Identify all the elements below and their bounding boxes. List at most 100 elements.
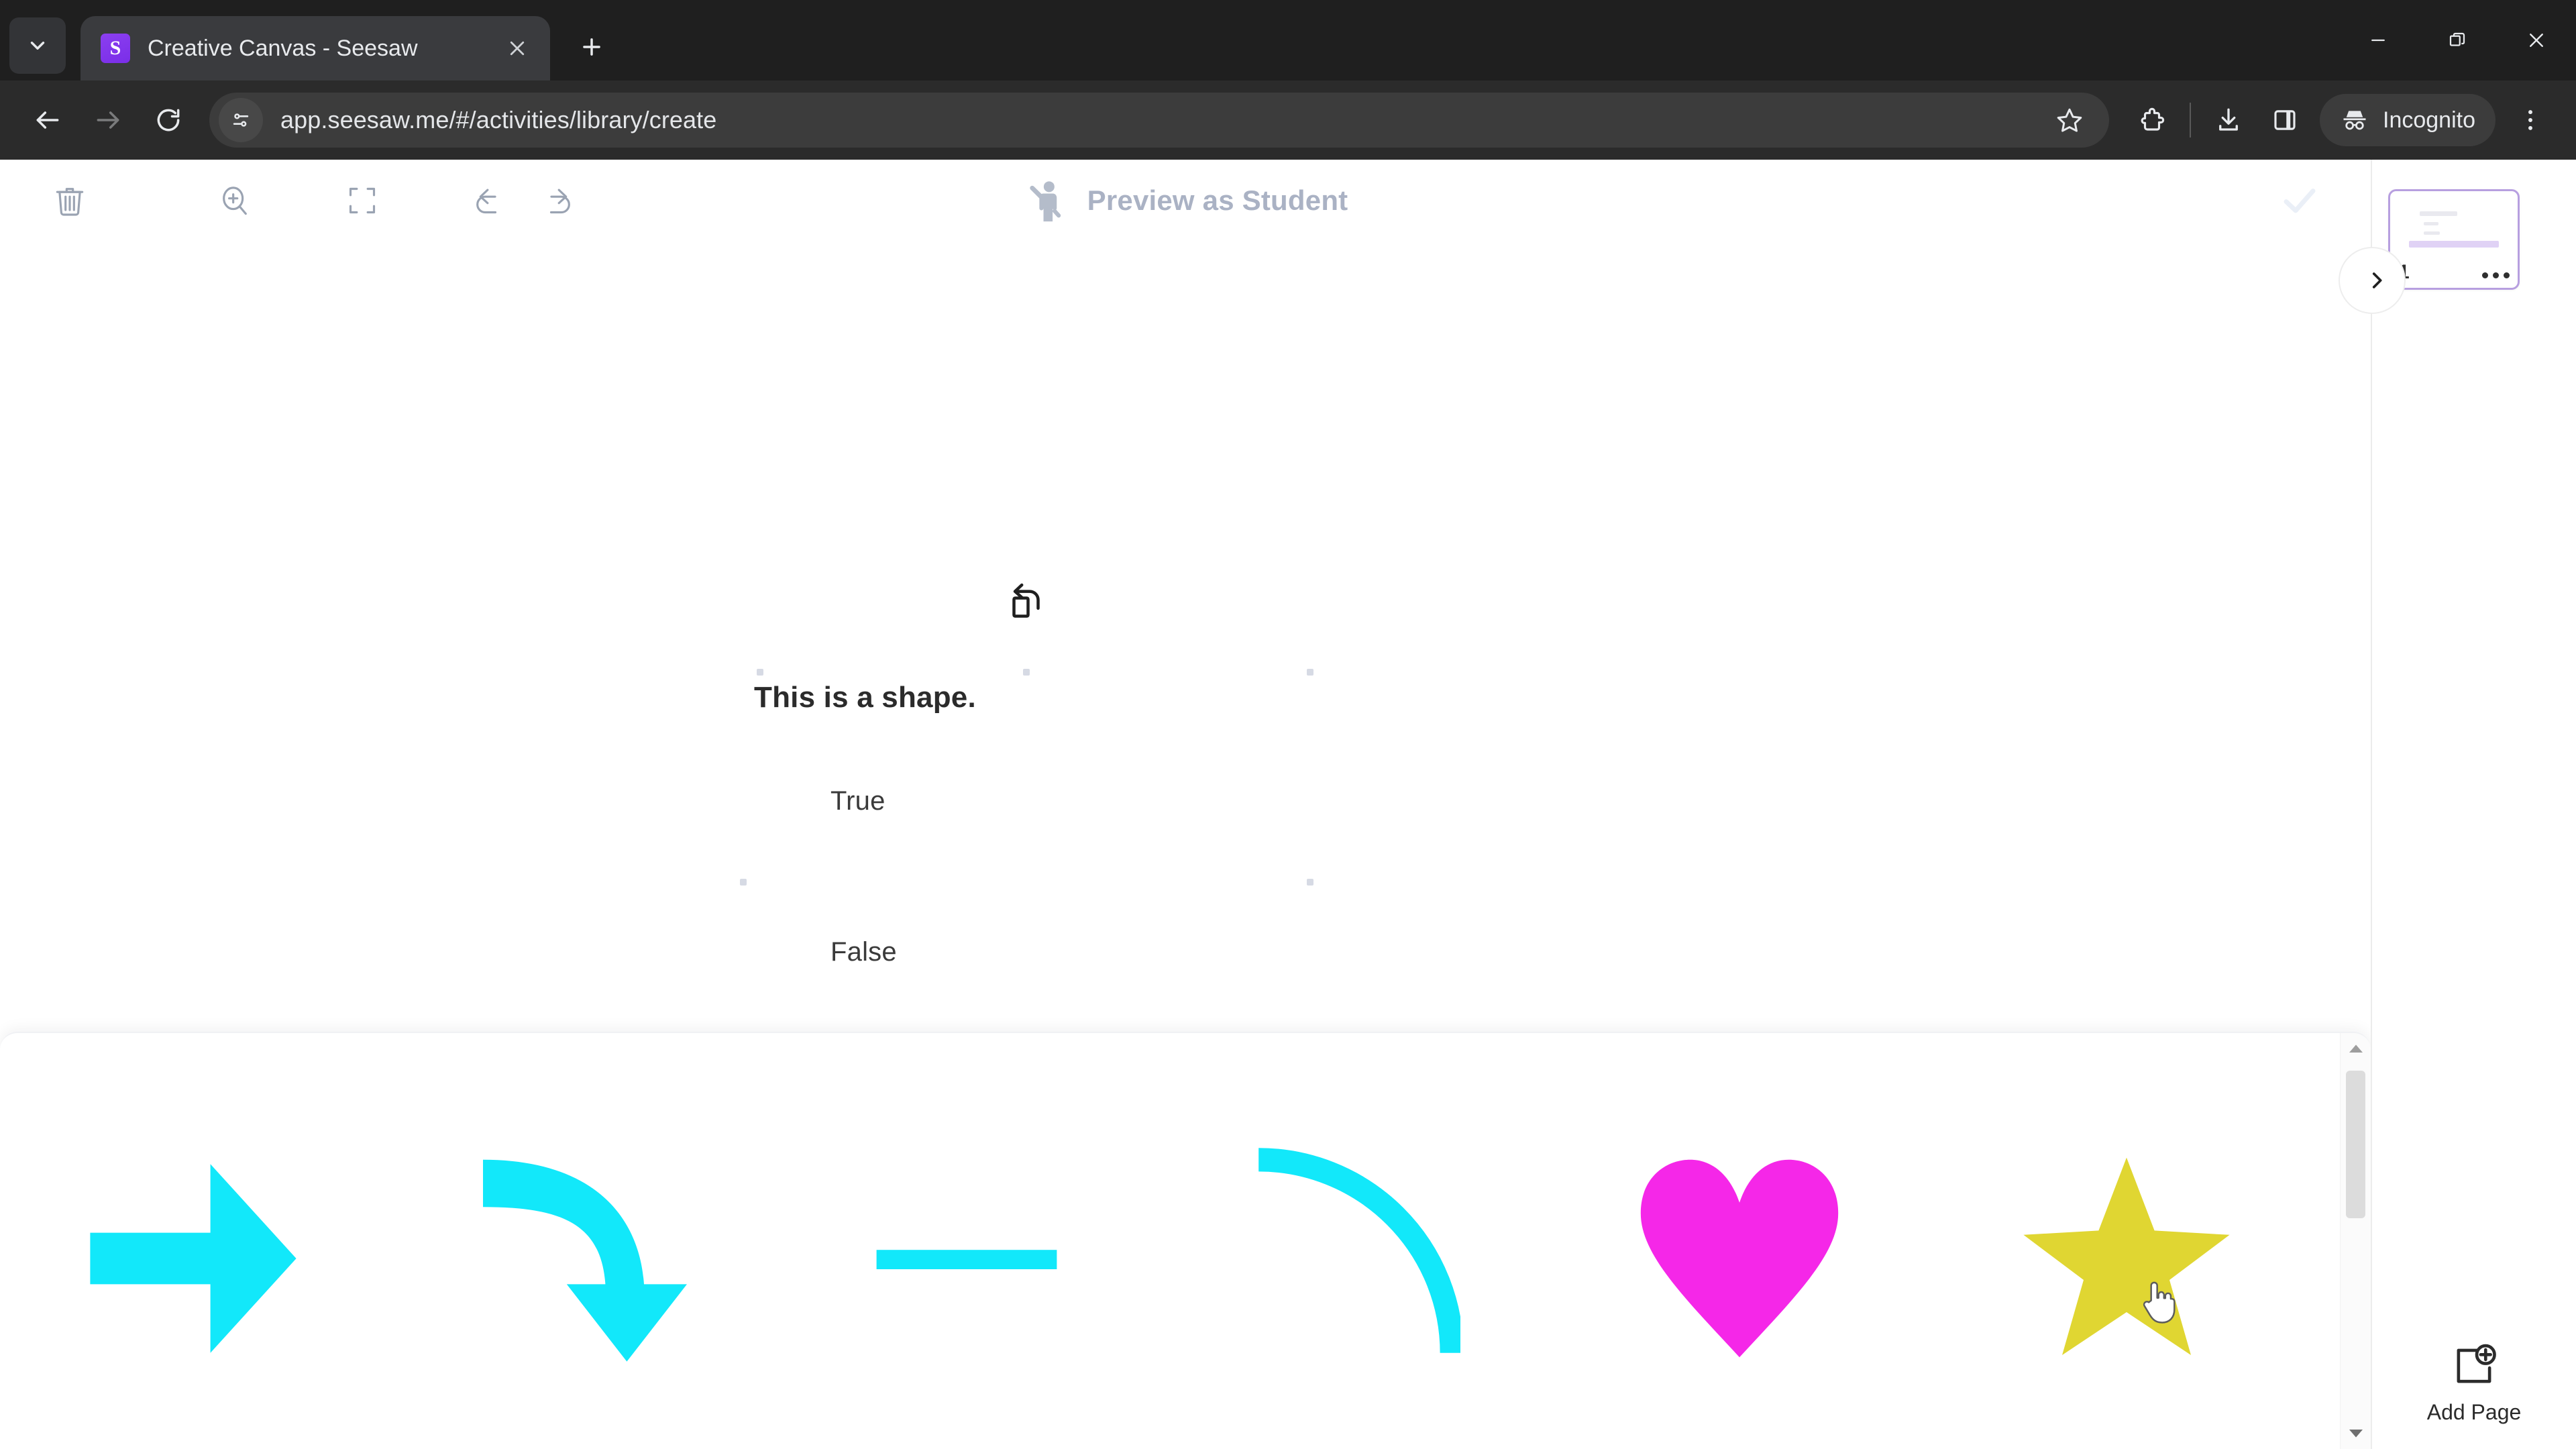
side-panel-button[interactable] [2257,92,2313,148]
editor-toolbar: Preview as Student [0,160,2371,241]
tune-icon [233,113,249,127]
editor-area: Preview as Student This is a shape. True… [0,160,2371,1449]
shape-picker-drawer [0,1032,2371,1449]
chevron-down-icon [30,42,45,50]
browser-window: S Creative Canvas - Seesaw app.seesaw.me… [0,0,2576,1449]
page-plus-icon [2457,1344,2496,1383]
line-shape [876,1250,1057,1269]
fit-to-screen-icon [349,187,376,214]
curved-arrow-down-shape [483,1159,688,1362]
bookmark-button[interactable] [2043,94,2096,146]
shape-triangle[interactable] [1933,1446,2320,1449]
shape-arc[interactable] [1160,1071,1546,1446]
add-page-label: Add Page [2426,1400,2522,1424]
heart-shape [1641,1159,1839,1358]
selection-handle [1307,669,1313,676]
star-icon [2057,108,2082,132]
reload-button[interactable] [138,90,199,150]
browser-tab[interactable]: S Creative Canvas - Seesaw [80,16,550,80]
arrow-right-icon [97,111,119,129]
shape-line[interactable] [773,1071,1160,1446]
tab-title: Creative Canvas - Seesaw [148,35,418,61]
question-prompt: This is a shape. [754,681,976,714]
tab-search-button[interactable] [9,17,66,74]
shape-curved-arrow-down[interactable] [386,1071,773,1446]
ellipsis-icon [2482,272,2488,278]
tab-close-button[interactable] [499,30,535,66]
done-button[interactable] [2267,168,2332,233]
activity-canvas[interactable]: This is a shape. True False Check Work [0,241,2371,1449]
collapse-pages-panel-button[interactable] [2339,247,2406,314]
rotate-handle-button[interactable] [1003,577,1051,625]
seesaw-app: Preview as Student This is a shape. True… [0,160,2576,1449]
seesaw-favicon: S [101,34,130,63]
answer-option-true[interactable]: True [830,786,885,816]
pages-list: 1 [2372,160,2576,1341]
selection-handle [1023,669,1030,676]
shape-semicircle[interactable] [773,1446,1160,1449]
redo-button[interactable] [523,166,593,235]
selection-handle [1307,879,1313,885]
new-tab-button[interactable] [568,23,616,71]
shape-grid [0,1033,2320,1449]
window-controls [2339,0,2576,80]
incognito-icon [2343,111,2366,130]
toolbar-divider [2190,103,2191,138]
close-icon [510,41,525,56]
shape-right-triangle[interactable] [1546,1446,1933,1449]
shape-arrow-right[interactable] [0,1071,386,1446]
check-icon [2284,189,2316,213]
download-icon [2219,108,2238,131]
shape-heart[interactable] [1546,1071,1933,1446]
shape-rounded-rectangle[interactable] [1160,1446,1546,1449]
trash-icon [56,188,84,216]
tab-strip: S Creative Canvas - Seesaw [0,0,2576,80]
answer-option-false[interactable]: False [830,937,897,967]
student-raising-hand-icon [1029,181,1061,222]
minimize-icon [2371,39,2385,42]
zoom-in-button[interactable] [200,166,270,235]
maximize-restore-button[interactable] [2418,0,2497,80]
close-window-button[interactable] [2497,0,2576,80]
forward-button[interactable] [78,90,138,150]
minimize-button[interactable] [2339,0,2418,80]
ellipsis-icon [2504,272,2510,278]
selection-handle [740,879,747,885]
shape-drawer-scrollbar[interactable] [2340,1033,2371,1449]
plus-icon [583,38,600,56]
redo-icon [549,189,570,214]
incognito-indicator[interactable]: Incognito [2320,94,2496,146]
arrow-right-shape [90,1164,297,1353]
chevron-right-icon [2372,272,2382,288]
close-icon [2530,34,2543,47]
address-bar[interactable]: app.seesaw.me/#/activities/library/creat… [209,93,2109,148]
back-button[interactable] [17,90,78,150]
shape-dome[interactable] [0,1446,386,1449]
page-menu-button[interactable] [2482,272,2510,278]
reload-icon [157,109,180,131]
site-settings-button[interactable] [219,98,263,142]
undo-button[interactable] [453,166,523,235]
thumb-option-line [2424,231,2440,235]
url-text[interactable]: app.seesaw.me/#/activities/library/creat… [280,106,716,134]
pages-panel: 1 Add Page [2339,160,2576,1449]
downloads-button[interactable] [2200,92,2257,148]
page-thumbnail-1[interactable]: 1 [2388,189,2520,290]
thumb-option-line [2424,222,2438,225]
browser-menu-button[interactable] [2502,92,2559,148]
caret-up-icon [2349,1044,2363,1053]
arc-shape [1258,1148,1461,1353]
delete-button[interactable] [35,166,105,235]
add-page-button[interactable]: Add Page [2372,1341,2576,1449]
shape-star[interactable] [1933,1071,2320,1446]
fit-to-screen-button[interactable] [327,166,397,235]
scroll-down-button[interactable] [2341,1418,2371,1449]
shape-cloud[interactable] [386,1446,773,1449]
scrollbar-thumb[interactable] [2346,1071,2365,1218]
puzzle-icon [2141,107,2165,131]
extensions-button[interactable] [2124,92,2180,148]
scrollbar-track[interactable] [2341,1064,2371,1418]
selection-handle [757,669,763,676]
incognito-label: Incognito [2383,107,2475,133]
scroll-up-button[interactable] [2341,1033,2371,1064]
